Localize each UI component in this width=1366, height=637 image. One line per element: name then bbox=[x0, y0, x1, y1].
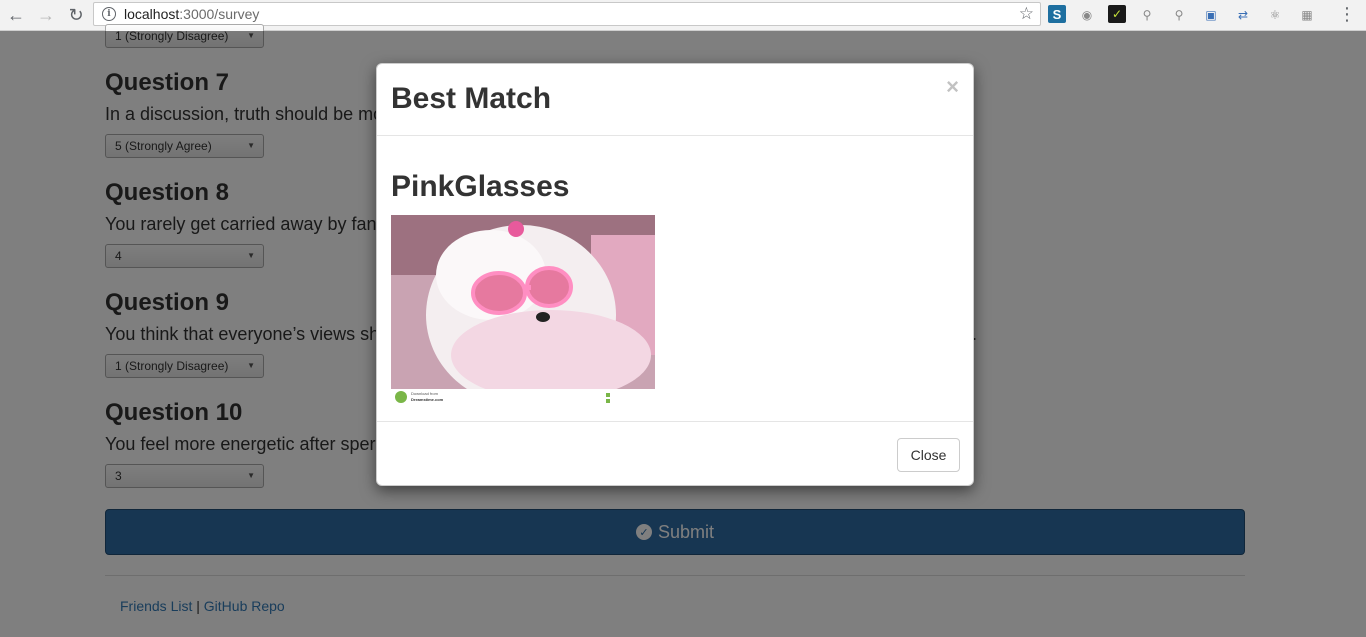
watermark-line-2: Dreamstime.com bbox=[411, 397, 444, 402]
modal-footer-divider bbox=[377, 421, 973, 422]
star-icon[interactable]: ☆ bbox=[1019, 4, 1034, 24]
react-icon[interactable]: ⚛ bbox=[1264, 4, 1286, 26]
back-arrow-icon[interactable]: ← bbox=[2, 1, 30, 29]
modal-title: Best Match bbox=[391, 82, 552, 115]
url-host: localhost bbox=[124, 6, 180, 22]
best-match-modal: Best Match × PinkGlasses Download from D… bbox=[376, 63, 974, 486]
info-icon[interactable]: i bbox=[102, 7, 116, 21]
url-path: :3000/survey bbox=[179, 6, 260, 22]
watermark-line-1: Download from bbox=[411, 391, 439, 396]
s-extension-icon[interactable]: S bbox=[1048, 5, 1066, 23]
zoom-out-extension-icon[interactable]: ⚲ bbox=[1168, 4, 1190, 26]
close-button[interactable]: Close bbox=[897, 438, 960, 472]
ghost-extension-icon[interactable]: ◉ bbox=[1076, 4, 1098, 26]
close-icon[interactable]: × bbox=[946, 74, 959, 100]
reload-icon[interactable]: ↻ bbox=[62, 1, 90, 29]
match-name: PinkGlasses bbox=[391, 170, 570, 203]
arrows-extension-icon[interactable]: ⇄ bbox=[1232, 4, 1254, 26]
match-photo: Download from Dreamstime.com bbox=[391, 215, 655, 406]
zoom-extension-icon[interactable]: ⚲ bbox=[1136, 4, 1158, 26]
extension-bar: S ◉ ✓ ⚲ ⚲ ▣ ⇄ ⚛ ▦ bbox=[1048, 4, 1318, 26]
browser-menu-icon[interactable]: ⋮ bbox=[1338, 4, 1356, 25]
forward-arrow-icon[interactable]: → bbox=[32, 1, 60, 29]
screen-capture-icon[interactable]: ▣ bbox=[1200, 4, 1222, 26]
grid-extension-icon[interactable]: ▦ bbox=[1296, 4, 1318, 26]
address-bar[interactable]: i localhost:3000/survey ☆ bbox=[93, 2, 1041, 26]
check-extension-icon[interactable]: ✓ bbox=[1108, 5, 1126, 23]
modal-header: Best Match × bbox=[377, 64, 973, 136]
